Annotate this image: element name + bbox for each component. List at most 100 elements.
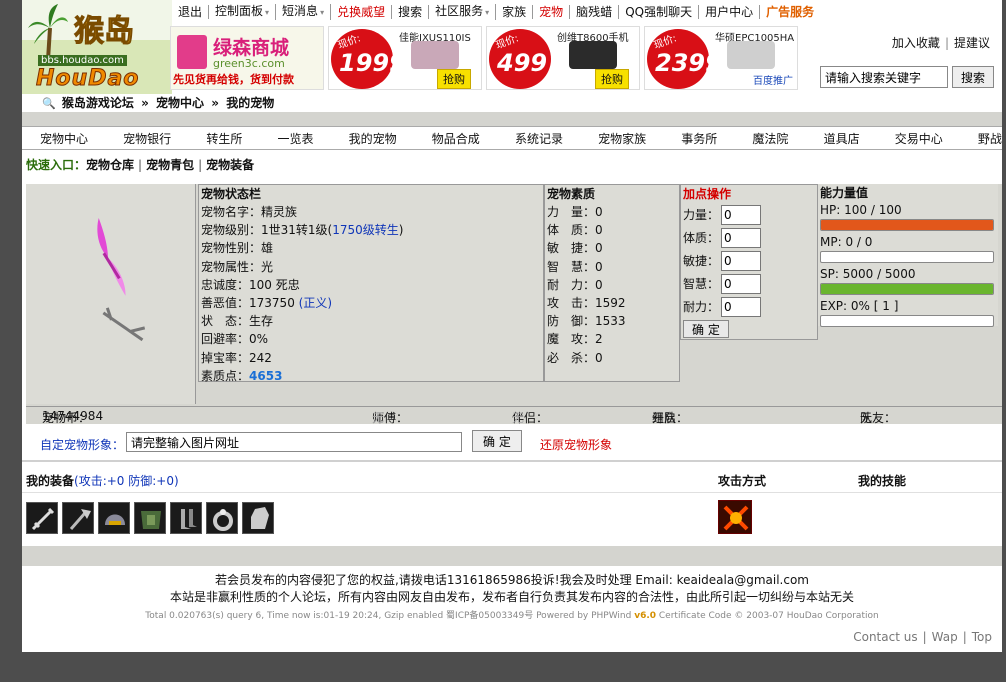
main-nav-item[interactable]: 转生所 (206, 130, 242, 147)
pet-drop-row: 掉宝率：242 (199, 349, 543, 367)
ad-product-3[interactable]: 现价: 2399 华硕EPC1005HA 百度推广 (644, 26, 798, 90)
top-nav-item[interactable]: 脑残蜡 (570, 5, 620, 19)
main-nav-item[interactable]: 事务所 (681, 130, 717, 147)
suggest-link[interactable]: 提建议 (954, 36, 990, 50)
main-nav-item[interactable]: 野战 (978, 130, 1002, 147)
quick-link-warehouse[interactable]: 宠物仓库 (86, 158, 134, 172)
top-nav-item[interactable]: 用户中心 (699, 5, 761, 19)
confirm-image-button[interactable]: 确 定 (472, 430, 522, 452)
rebirth-link[interactable]: 1750级转生 (332, 223, 399, 237)
value: 100 死忠 (249, 277, 300, 292)
main-nav-item[interactable]: 宠物家族 (598, 130, 646, 147)
confirm-points-button[interactable]: 确 定 (683, 320, 729, 338)
search-input[interactable] (819, 66, 948, 88)
exp-label: EXP: 0% [ 1 ] (820, 299, 899, 313)
top-nav-item[interactable]: 控制面板 (209, 4, 277, 20)
pet-status: 宠物状态栏 宠物名字：精灵族 宠物级别：1世31转1级(1750级转生) 宠物性… (198, 184, 544, 383)
top-nav-item[interactable]: 宠物 (533, 5, 571, 19)
main-nav-item[interactable]: 宠物银行 (123, 130, 171, 147)
op-input[interactable] (721, 273, 762, 294)
value: 4653 (249, 368, 283, 383)
main-nav-item[interactable]: 宠物中心 (40, 130, 88, 147)
attribute-label: 必 杀： (547, 350, 596, 365)
baidu-promo[interactable]: 百度推广 (753, 72, 793, 87)
ring-icon[interactable] (206, 502, 238, 534)
op-input[interactable] (721, 227, 762, 248)
helmet-icon[interactable] (98, 502, 130, 534)
main-nav-item[interactable]: 交易中心 (895, 130, 943, 147)
attribute-label: 魔 攻： (547, 332, 596, 347)
add-favorite-link[interactable]: 加入收藏 (892, 36, 940, 50)
buy-button[interactable]: 抢购 (595, 69, 629, 89)
ad-product-1[interactable]: 现价: 1999 佳能IXUS110IS 抢购 (328, 26, 482, 90)
search-button[interactable]: 搜索 (951, 66, 994, 88)
restore-image-link[interactable]: 还原宠物形象 (540, 436, 612, 453)
buy-button[interactable]: 抢购 (437, 69, 471, 89)
top-nav-item[interactable]: 家族 (496, 5, 534, 19)
main-nav-item[interactable]: 魔法院 (752, 130, 788, 147)
team-value: 开启 (652, 411, 677, 425)
op-row: 敏捷： (681, 249, 817, 272)
custom-image-form: 自定宠物形象： 确 定 还原宠物形象 (26, 428, 1002, 456)
glove-icon[interactable] (242, 502, 274, 534)
axe-icon[interactable] (62, 502, 94, 534)
breadcrumb-sep: » (141, 96, 149, 110)
equipment-stats: (攻击:+0 防御:+0) (74, 474, 179, 488)
ad-product-2[interactable]: 现价: 499 创维T8600手机 抢购 (486, 26, 640, 90)
price: 1999 (339, 49, 406, 77)
top-nav-item[interactable]: 退出 (172, 5, 210, 19)
shopping-bag-icon (177, 35, 207, 69)
site-logo[interactable]: 猴岛 bbs.houdao.com HouDao (22, 0, 172, 96)
attack-mode-icon[interactable] (718, 500, 752, 534)
ad-banner: 绿森商城 green3c.com 先见货再给钱，货到付款 现价: 1999 佳能… (170, 26, 810, 90)
top-nav-item[interactable]: 短消息 (276, 4, 332, 20)
op-input[interactable] (721, 296, 762, 317)
footer-links: Contact us | Wap | Top (853, 630, 992, 644)
top-nav-item[interactable]: 广告服务 (760, 5, 820, 19)
sword-icon[interactable] (26, 502, 58, 534)
op-row: 智慧： (681, 272, 817, 295)
camera-icon (411, 41, 459, 69)
sp-fill (821, 284, 993, 294)
main-nav-item[interactable]: 一览表 (277, 130, 313, 147)
breadcrumb-center[interactable]: 宠物中心 (156, 96, 204, 110)
attribute-value: 2 (595, 332, 603, 347)
top-nav-item[interactable]: QQ强制聊天 (619, 5, 700, 19)
op-row: 耐力： (681, 295, 817, 318)
label: 善恶值： (201, 295, 250, 310)
main-nav-item[interactable]: 物品合成 (432, 130, 480, 147)
contact-link[interactable]: Contact us (853, 630, 917, 644)
quick-link-bag[interactable]: 宠物青包 (146, 158, 194, 172)
divider (22, 460, 1002, 462)
pet-image (26, 184, 196, 404)
equipment-header: 我的装备(攻击:+0 防御:+0) (26, 472, 179, 489)
top-nav-item[interactable]: 社区服务 (429, 4, 497, 20)
op-input[interactable] (721, 204, 762, 225)
boots-icon[interactable] (170, 502, 202, 534)
label: 回避率： (201, 332, 250, 347)
main-nav-item[interactable]: 道具店 (824, 130, 860, 147)
armor-icon[interactable] (134, 502, 166, 534)
top-link[interactable]: Top (972, 630, 992, 644)
main-nav-item[interactable]: 系统记录 (515, 130, 563, 147)
wap-link[interactable]: Wap (932, 630, 958, 644)
footer-disclaimer: 本站是非赢利性质的个人论坛，所有内容由网友自由发布，发布者自行负责其发布内容的合… (169, 590, 854, 604)
label: 素质点： (201, 368, 250, 383)
label: 宠物名字： (201, 205, 262, 219)
breadcrumb-forum[interactable]: 猴岛游戏论坛 (62, 96, 134, 110)
top-nav-item[interactable]: 搜索 (392, 5, 430, 19)
ad-green3c[interactable]: 绿森商城 green3c.com 先见货再给钱，货到付款 (170, 26, 324, 90)
pet-sex-row: 宠物性别：雄 (199, 239, 543, 257)
attribute-row: 攻 击：1592 (545, 294, 679, 312)
main-nav: 宠物中心 宠物银行 转生所 一览表 我的宠物 物品合成 系统记录 宠物家族 事务所 魔法院 道具店 交… (22, 126, 1002, 150)
op-input[interactable] (721, 250, 762, 271)
top-nav-item[interactable]: 兑换威望 (331, 5, 393, 19)
image-url-input[interactable] (126, 432, 462, 452)
main-nav-item[interactable]: 我的宠物 (349, 130, 397, 147)
quick-link-equip[interactable]: 宠物装备 (206, 158, 254, 172)
value: 242 (249, 350, 272, 365)
divider-band (22, 112, 1002, 126)
attribute-row: 防 御：1533 (545, 312, 679, 330)
pet-evil-row: 善恶值：173750 (正义) (199, 294, 543, 312)
attribute-label: 耐 力： (547, 277, 596, 292)
